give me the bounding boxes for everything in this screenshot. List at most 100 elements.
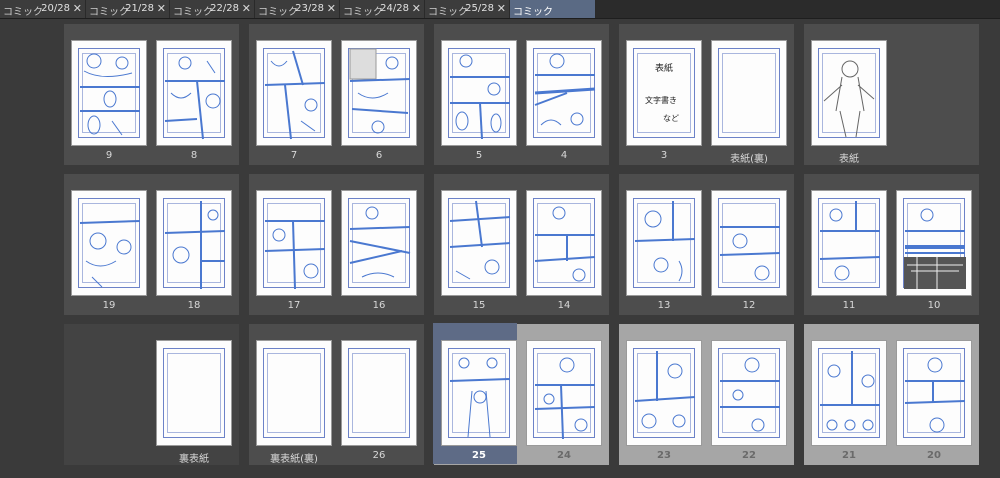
spread-back-inner-26[interactable]: 裏表紙(裏) 26 xyxy=(249,324,424,465)
page-thumbnail[interactable] xyxy=(156,40,232,146)
storyboard-sketch xyxy=(79,220,141,288)
page-thumbnail[interactable] xyxy=(811,40,887,146)
storyboard-sketch xyxy=(450,54,510,140)
tab-page-20[interactable]: コミック 20/28 ✕ xyxy=(0,0,86,18)
spread-3-cover-back[interactable]: 表紙 文字書き など 3 表紙(裏) xyxy=(619,24,794,165)
storyboard-sketch xyxy=(904,357,966,433)
page-number-label: 9 xyxy=(105,150,113,161)
tab-page-number: 23/28 xyxy=(295,3,324,14)
spread-7-6[interactable]: 7 6 xyxy=(249,24,424,165)
page-number-label: 8 xyxy=(190,150,198,161)
close-icon[interactable]: ✕ xyxy=(497,2,506,15)
page-number-label: 22 xyxy=(742,450,756,461)
storyboard-sketch xyxy=(449,357,511,438)
storyboard-sketch xyxy=(819,201,881,281)
cover-sketch xyxy=(823,60,875,138)
page-thumbnail[interactable] xyxy=(256,340,332,446)
page-thumbnail[interactable] xyxy=(156,340,232,446)
page-number-label: 13 xyxy=(657,300,671,311)
page-thumbnail[interactable] xyxy=(71,190,147,296)
spread-23-22[interactable]: 23 22 xyxy=(619,324,794,465)
page-number-label: 表紙(裏) xyxy=(730,154,768,165)
tab-page-number: 21/28 xyxy=(125,3,154,14)
spread-back-cover[interactable]: 裏表紙 xyxy=(64,324,239,465)
spread-5-4[interactable]: 5 4 xyxy=(434,24,609,165)
tab-page-24[interactable]: コミック 24/28 ✕ xyxy=(340,0,425,18)
page-number-label: 26 xyxy=(372,450,386,461)
page-thumbnail[interactable] xyxy=(811,190,887,296)
tab-page-manager[interactable]: コミック xyxy=(510,0,596,18)
storyboard-sketch xyxy=(264,220,326,290)
page-number-label: 表紙 xyxy=(839,154,859,165)
tab-page-number: 22/28 xyxy=(210,3,239,14)
spread-11-10[interactable]: 11 10 xyxy=(804,174,979,315)
page-thumbnail[interactable] xyxy=(526,40,602,146)
tab-page-number: 24/28 xyxy=(380,3,409,14)
page-thumbnail[interactable] xyxy=(256,40,332,146)
page-number-label: 18 xyxy=(187,300,201,311)
page-number-label: 14 xyxy=(557,300,571,311)
close-icon[interactable]: ✕ xyxy=(412,2,421,15)
page-thumbnail[interactable] xyxy=(341,340,417,446)
spread-25-24[interactable]: 25 24 xyxy=(433,323,609,465)
page-thumbnail[interactable] xyxy=(341,190,417,296)
close-icon[interactable]: ✕ xyxy=(242,2,251,15)
spread-13-12[interactable]: 13 12 xyxy=(619,174,794,315)
page-thumbnail[interactable] xyxy=(341,40,417,146)
page-thumbnail[interactable] xyxy=(156,190,232,296)
spread-21-20[interactable]: 21 20 xyxy=(804,324,979,465)
page-number-label: 24 xyxy=(557,450,571,461)
page-thumbnail[interactable] xyxy=(711,40,787,146)
close-icon[interactable]: ✕ xyxy=(157,2,166,15)
page-number-label: 16 xyxy=(372,300,386,311)
page-number-label: 23 xyxy=(657,450,671,461)
page-number-label: 11 xyxy=(842,300,856,311)
page-thumbnail[interactable] xyxy=(526,340,602,446)
page-thumbnail[interactable] xyxy=(526,190,602,296)
storyboard-sketch xyxy=(904,208,966,289)
storyboard-sketch xyxy=(349,206,411,278)
page-thumbnail[interactable] xyxy=(896,190,972,296)
page-number-label: 裏表紙(裏) xyxy=(270,454,318,465)
page-number-label: 21 xyxy=(842,450,856,461)
page-thumbnail-selected[interactable] xyxy=(441,340,517,446)
storyboard-sketch xyxy=(534,357,596,440)
page-thumbnail[interactable] xyxy=(811,340,887,446)
page-thumbnail[interactable] xyxy=(441,190,517,296)
storyboard-sketch xyxy=(449,200,511,280)
page-thumbnail[interactable] xyxy=(626,190,702,296)
page-thumbnail[interactable] xyxy=(441,40,517,146)
storyboard-sketch xyxy=(264,50,326,140)
tab-page-23[interactable]: コミック 23/28 ✕ xyxy=(255,0,340,18)
page-number-label: 4 xyxy=(560,150,568,161)
tab-page-25[interactable]: コミック 25/28 ✕ xyxy=(425,0,510,18)
handwritten-note: など xyxy=(663,114,679,123)
storyboard-sketch xyxy=(349,48,411,134)
spread-9-8[interactable]: 9 8 xyxy=(64,24,239,165)
tab-page-22[interactable]: コミック 22/28 ✕ xyxy=(170,0,255,18)
storyboard-sketch xyxy=(164,201,226,289)
storyboard-sketch xyxy=(634,351,696,429)
page-number-label: 5 xyxy=(475,150,483,161)
page-thumbnail[interactable] xyxy=(711,340,787,446)
storyboard-sketch xyxy=(164,56,225,140)
spread-19-18[interactable]: 19 18 xyxy=(64,174,239,315)
spread-15-14[interactable]: 15 14 xyxy=(434,174,609,315)
tab-page-number: 20/28 xyxy=(41,3,70,14)
page-thumbnail[interactable] xyxy=(711,190,787,296)
page-thumbnail[interactable] xyxy=(71,40,147,146)
tab-page-21[interactable]: コミック 21/28 ✕ xyxy=(86,0,170,18)
page-number-label: 裏表紙 xyxy=(179,454,209,465)
handwritten-note: 文字書き xyxy=(645,96,677,105)
storyboard-sketch xyxy=(719,226,781,281)
page-number-label: 25 xyxy=(472,450,486,461)
page-thumbnail[interactable]: 表紙 文字書き など xyxy=(626,40,702,146)
page-thumbnail[interactable] xyxy=(256,190,332,296)
spread-17-16[interactable]: 17 16 xyxy=(249,174,424,315)
close-icon[interactable]: ✕ xyxy=(327,2,336,15)
page-thumbnail[interactable] xyxy=(896,340,972,446)
close-icon[interactable]: ✕ xyxy=(73,2,82,15)
page-number-label: 17 xyxy=(287,300,301,311)
page-thumbnail[interactable] xyxy=(626,340,702,446)
spread-cover[interactable]: 表紙 xyxy=(804,24,979,165)
